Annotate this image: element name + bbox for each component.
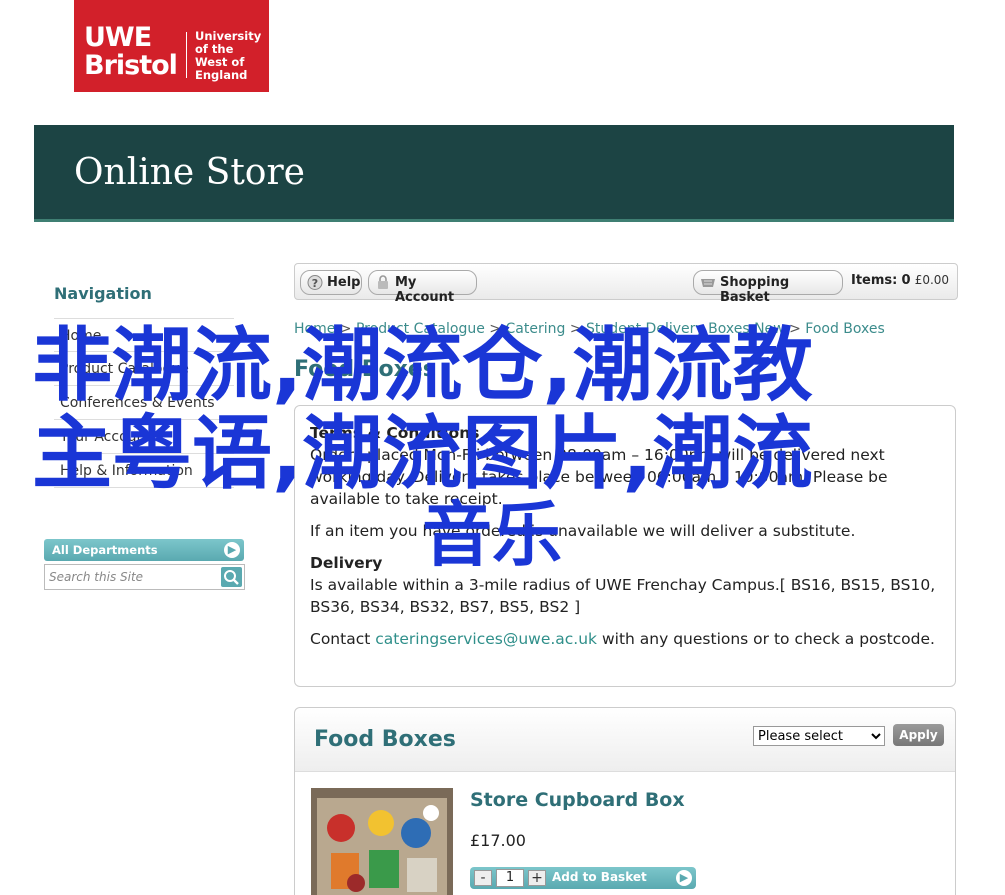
terms-info-box: Terms & Conditions Orders placed Mon-Fri… (294, 405, 956, 687)
delivery-heading: Delivery (310, 554, 383, 572)
lock-icon (378, 275, 388, 289)
add-to-basket-button[interactable]: Add to Basket (552, 870, 647, 884)
search-button[interactable] (221, 567, 242, 587)
substitute-text: If an item you have ordered is unavailab… (310, 522, 856, 540)
contact-suffix: with any questions or to check a postcod… (601, 630, 935, 648)
breadcrumb-student-delivery[interactable]: Student Delivery Boxes New (586, 321, 785, 337)
add-to-basket-bar: - 1 + Add to Basket ▶ (470, 867, 696, 889)
svg-text:?: ? (312, 277, 318, 290)
site-search (44, 564, 245, 590)
breadcrumb-food-boxes[interactable]: Food Boxes (805, 321, 885, 337)
help-button[interactable]: ? Help (300, 270, 362, 295)
help-label: Help (327, 275, 361, 290)
delivery-text: Is available within a 3-mile radius of U… (310, 576, 936, 616)
breadcrumb: Home > Product Catalogue > Catering > St… (294, 321, 885, 337)
contact-prefix: Contact (310, 630, 371, 648)
nav-item-product-catalogue[interactable]: Product Catalogue (54, 352, 234, 386)
site-banner: Online Store (34, 125, 954, 222)
store-toolbar: ? Help My Account Shopping Basket Items:… (294, 263, 958, 305)
navigation-heading: Navigation (54, 284, 152, 303)
my-account-button[interactable]: My Account (368, 270, 477, 305)
items-count: 0 (901, 273, 911, 288)
breadcrumb-product-catalogue[interactable]: Product Catalogue (356, 321, 485, 337)
search-input[interactable] (49, 568, 219, 586)
basket-summary: Items: 0 £0.00 (851, 273, 949, 288)
breadcrumb-catering[interactable]: Catering (505, 321, 565, 337)
contact-text: Contact cateringservices@uwe.ac.uk with … (310, 628, 940, 650)
logo-wordmark: UWE Bristol (84, 22, 178, 81)
panel-title: Food Boxes (314, 727, 456, 752)
my-account-label: My Account (395, 275, 455, 305)
navigation-list: Home Product Catalogue Conferences & Eve… (54, 318, 234, 488)
apply-button[interactable]: Apply (893, 724, 944, 746)
increment-button[interactable]: + (528, 870, 546, 886)
product-name[interactable]: Store Cupboard Box (470, 789, 685, 811)
nav-item-your-account[interactable]: Your Account (54, 420, 234, 454)
breadcrumb-home[interactable]: Home (294, 321, 335, 337)
uwe-bristol-logo[interactable]: UWE Bristol University of the West of En… (74, 0, 269, 92)
logo-divider (186, 32, 187, 78)
contact-email-link[interactable]: cateringservices@uwe.ac.uk (375, 630, 597, 648)
food-boxes-panel: Food Boxes Please select Apply Store Cup… (294, 707, 956, 895)
all-departments-button[interactable]: All Departments ▶ (44, 539, 244, 561)
logo-university-text: University of the West of England (195, 29, 262, 82)
quantity-input[interactable]: 1 (496, 869, 524, 887)
banner-title: Online Store (74, 152, 305, 193)
chevron-right-icon: ▶ (676, 870, 692, 886)
shopping-basket-button[interactable]: Shopping Basket (693, 270, 843, 305)
nav-item-home[interactable]: Home (54, 318, 234, 352)
terms-heading: Terms & Conditions (310, 424, 480, 442)
decrement-button[interactable]: - (474, 870, 492, 886)
basket-icon (701, 279, 715, 287)
nav-item-conferences[interactable]: Conferences & Events (54, 386, 234, 420)
items-label: Items: (851, 273, 898, 288)
all-departments-label: All Departments (52, 543, 158, 557)
shopping-basket-label: Shopping Basket (720, 275, 790, 305)
help-icon: ? (307, 275, 323, 290)
food-box-image (311, 788, 453, 895)
product-price: £17.00 (470, 831, 526, 850)
sort-select[interactable]: Please select (753, 726, 885, 746)
product-image[interactable] (311, 788, 453, 895)
chevron-right-icon: ▶ (224, 542, 240, 558)
nav-item-help[interactable]: Help & Information (54, 454, 234, 488)
page-title: Food Boxes (294, 357, 436, 382)
items-total: £0.00 (914, 273, 950, 287)
search-icon (224, 570, 239, 585)
terms-text: Orders placed Mon-Fri between 08:00am – … (310, 446, 888, 508)
panel-header: Food Boxes Please select Apply (295, 708, 955, 772)
